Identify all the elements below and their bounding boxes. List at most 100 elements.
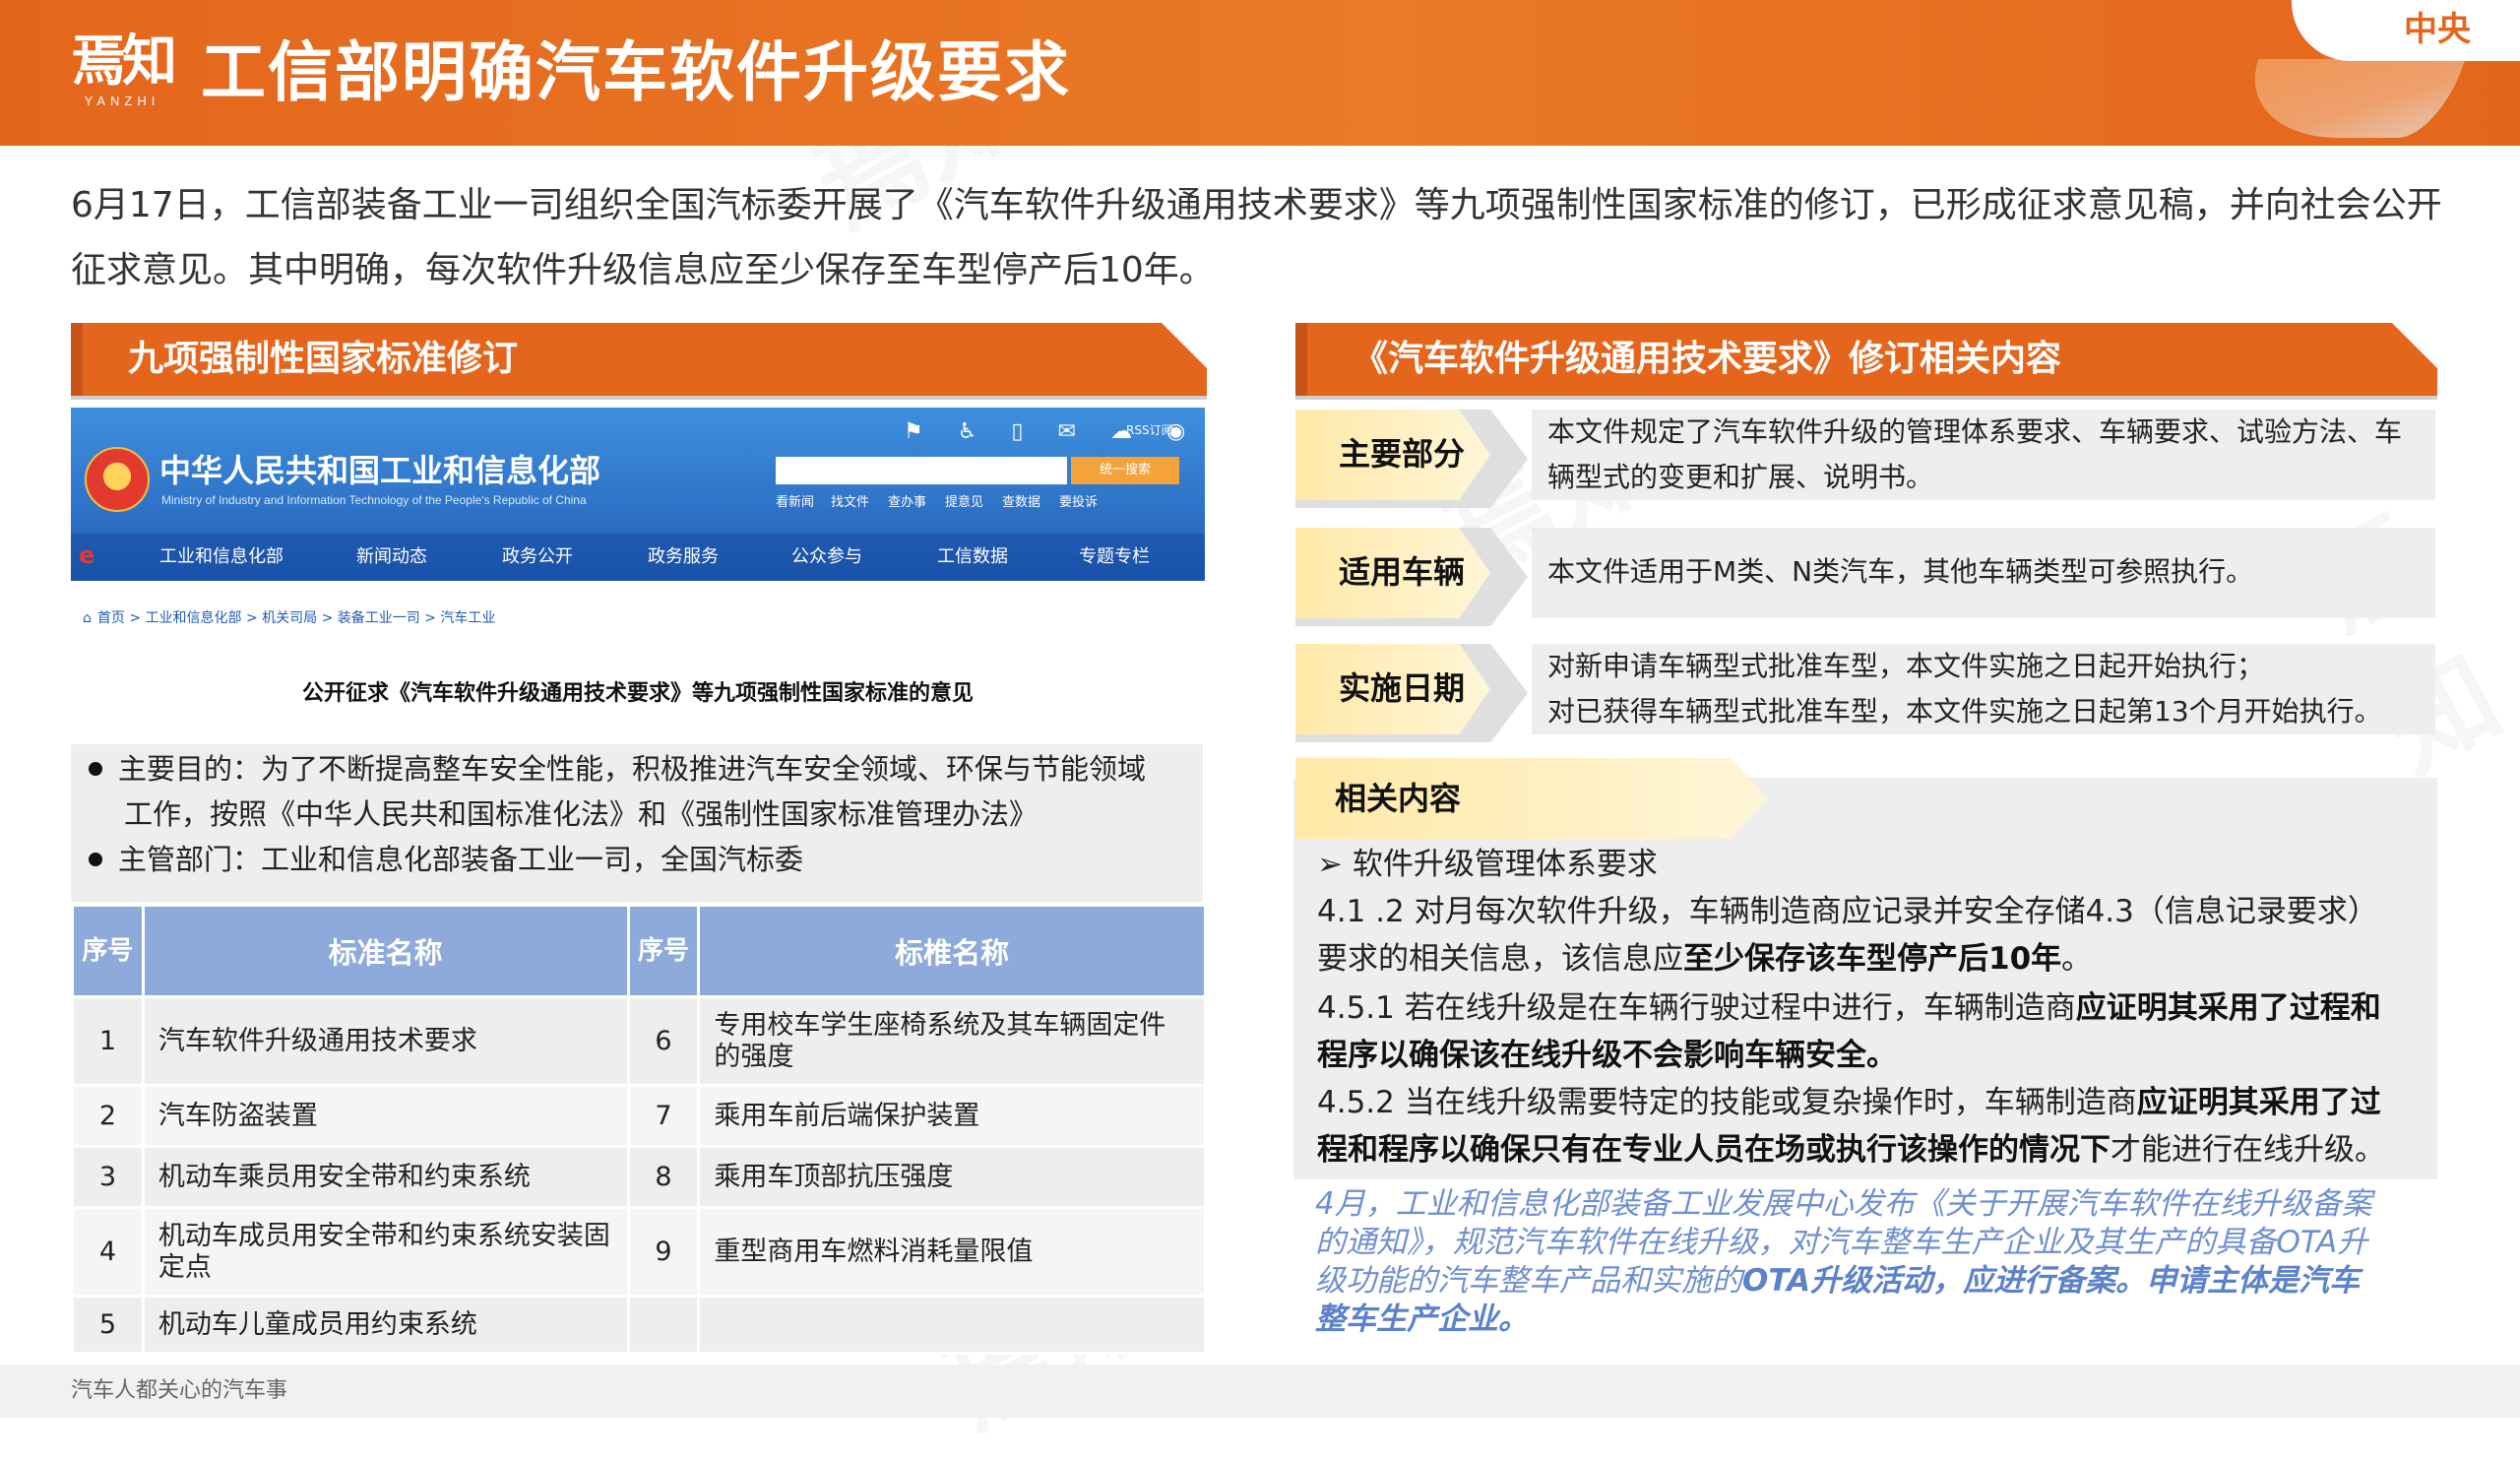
site-name: 中华人民共和国工业和信息化部: [159, 452, 601, 489]
page-title: 工信部明确汽车软件升级要求: [201, 34, 1071, 110]
purpose-bullets: 主要目的：为了不断提高整车安全性能，积极推进汽车安全领域、环保与节能领域 工作，…: [71, 744, 1203, 902]
effective-date-line: 对已获得车辆型式批准车型，本文件实施之日起第13个月开始执行。: [1547, 695, 2382, 728]
emphasis-text: 程序以确保该在线升级不会影响车辆安全。: [1317, 1038, 1897, 1073]
bullet-item: 主管部门：工业和信息化部装备工业一司，全国汽标委: [83, 837, 803, 882]
table-cell: 1: [71, 995, 145, 1087]
site-nav-bar: e 工业和信息化部 新闻动态 政务公开 政务服务 公众参与 工信数据 专题专栏: [71, 534, 1205, 581]
quick-link: 看新闻: [776, 495, 815, 510]
effective-date-line: 对新申请车辆型式批准车型，本文件实施之日起开始执行；: [1547, 650, 2265, 682]
table-cell: 机动车乘员用安全带和约束系统: [141, 1145, 630, 1209]
bullet-item: 主要目的：为了不断提高整车安全性能，积极推进汽车安全领域、环保与节能领域: [83, 746, 1146, 792]
category-tag-label: 中央: [2404, 10, 2471, 49]
related-paragraph: 4.1 .2 对月每次软件升级，车辆制造商应记录并安全存储4.3（信息记录要求）: [1317, 894, 2378, 929]
related-paragraph: 要求的相关信息，该信息应至少保存该车型停产后10年。: [1317, 941, 2093, 977]
table-row: 3 机动车乘员用安全带和约束系统 8 乘用车顶部抗压强度: [71, 1145, 1207, 1209]
label-related-content: 相关内容: [1295, 758, 1768, 839]
site-search-button: 统一搜索: [1071, 457, 1179, 484]
miit-website-screenshot: 中华人民共和国工业和信息化部 Ministry of Industry and …: [71, 408, 1205, 581]
notice-title: 公开征求《汽车软件升级通用技术要求》等九项强制性国家标准的意见: [301, 681, 974, 706]
table-cell: 乘用车前后端保护装置: [697, 1084, 1207, 1148]
tag-curl-decoration: [2230, 59, 2466, 138]
standards-table: 序号 标准名称 序号 标椎名称 1 汽车软件升级通用技术要求 6 专用校车学生座…: [71, 904, 1207, 1355]
table-cell: 机动车成员用安全带和约束系统安装固定点: [141, 1206, 630, 1298]
emphasis-text: 应证明其采用了过: [2136, 1085, 2381, 1120]
table-cell: 2: [71, 1084, 145, 1148]
emphasis-text: 应证明其采用了过程和: [2075, 990, 2381, 1026]
table-cell: 8: [626, 1145, 701, 1209]
section-header-standards: 九项强制性国家标准修订: [71, 323, 1207, 396]
table-cell: 5: [71, 1295, 145, 1355]
related-paragraph: 4.5.2 当在线升级需要特定的技能或复杂操作时，车辆制造商应证明其采用了过: [1317, 1085, 2381, 1120]
section-header-bar: [1295, 323, 1307, 396]
table-cell: 6: [626, 995, 701, 1087]
table-row: 2 汽车防盗装置 7 乘用车前后端保护装置: [71, 1084, 1207, 1148]
related-paragraph: 程和程序以确保只有在专业人员在场或执行该操作的情况下才能进行在线升级。: [1317, 1132, 2385, 1168]
bullet-continuation: 工作，按照《中华人民共和国标准化法》和《强制性国家标准管理办法》: [124, 797, 1039, 831]
site-nav-item: 政务公开: [502, 546, 573, 567]
table-cell: 乘用车顶部抗压强度: [697, 1145, 1207, 1209]
section-header-revision: 《汽车软件升级通用技术要求》修订相关内容: [1295, 323, 2437, 396]
emphasis-text: 程和程序以确保只有在专业人员在场或执行该操作的情况下: [1317, 1132, 2110, 1168]
table-cell: [697, 1295, 1207, 1355]
bullet-dot-icon: [89, 762, 102, 776]
bullet-dot-icon: [89, 853, 102, 866]
col-header-number: 序号: [71, 904, 145, 998]
intro-paragraph: 6月17日，工信部装备工业一司组织全国汽标委开展了《汽车软件升级通用技术要求》等…: [71, 185, 2442, 290]
value-main-parts: 本文件规定了汽车软件升级的管理体系要求、车辆要求、试验方法、车辆型式的变更和扩展…: [1532, 410, 2435, 500]
quick-link: 要投诉: [1059, 495, 1099, 510]
site-nav-item: 工业和信息化部: [159, 546, 284, 567]
logo-text: 焉知: [71, 29, 177, 94]
breadcrumb: ⌂ 首页 > 工业和信息化部 > 机关司局 > 装备工业一司 > 汽车工业: [83, 608, 495, 628]
breadcrumb-text: 首页 > 工业和信息化部 > 机关司局 > 装备工业一司 > 汽车工业: [96, 610, 496, 626]
ota-filing-note: 4月，工业和信息化部装备工业发展中心发布《关于开展汽车软件在线升级备案 的通知》…: [1315, 1186, 2372, 1337]
value-effective-date: 对新申请车辆型式批准车型，本文件实施之日起开始执行； 对已获得车辆型式批准车型，…: [1532, 644, 2435, 734]
label-applicable-vehicles: 适用车辆: [1295, 528, 1490, 618]
value-applicable-vehicles: 本文件适用于M类、N类汽车，其他车辆类型可参照执行。: [1532, 528, 2435, 618]
related-paragraph: 程序以确保该在线升级不会影响车辆安全。: [1317, 1032, 2424, 1079]
footer: 汽车人都关心的汽车事: [0, 1364, 2520, 1418]
table-cell: 专用校车学生座椅系统及其车辆固定件的强度: [697, 995, 1207, 1087]
table-header-row: 序号 标准名称 序号 标椎名称: [71, 904, 1207, 998]
table-row: 4 机动车成员用安全带和约束系统安装固定点 9 重型商用车燃料消耗量限值: [71, 1206, 1207, 1298]
home-icon: ⌂: [83, 610, 92, 626]
section-title: 九项强制性国家标准修订: [128, 339, 519, 379]
quick-link: 找文件: [831, 495, 870, 510]
emphasis-text: 至少保存该车型停产后10年: [1683, 941, 2062, 977]
site-nav-item: 专题专栏: [1079, 546, 1150, 567]
site-nav-item: 新闻动态: [356, 546, 427, 567]
quick-link: 查数据: [1002, 495, 1041, 510]
related-paragraph: 4.5.1 若在线升级是在车辆行驶过程中进行，车辆制造商应证明其采用了过程和: [1317, 990, 2381, 1026]
section-header-bar: [71, 323, 83, 396]
site-nav-item: 工信数据: [937, 546, 1008, 567]
table-cell: 4: [71, 1206, 145, 1298]
logo-subtext: YANZHI: [84, 94, 160, 108]
table-cell: 汽车防盗装置: [141, 1084, 630, 1148]
col-header-name: 标椎名称: [697, 904, 1207, 998]
emphasis-text: OTA升级活动，应进行备案。申请主体是汽车: [1742, 1263, 2361, 1299]
national-emblem-icon: [85, 447, 150, 512]
site-nav-item: 政务服务: [648, 546, 719, 567]
site-name-en: Ministry of Industry and Information Tec…: [161, 493, 587, 507]
related-heading: ➢ 软件升级管理体系要求: [1317, 847, 1658, 882]
rss-link: RSS订阅: [1126, 423, 1173, 437]
category-tag: 中央: [2230, 0, 2520, 146]
col-header-number: 序号: [626, 904, 701, 998]
table-row: 1 汽车软件升级通用技术要求 6 专用校车学生座椅系统及其车辆固定件的强度: [71, 995, 1207, 1087]
site-nav-item: 公众参与: [791, 546, 862, 567]
table-cell: 7: [626, 1084, 701, 1148]
table-cell: 重型商用车燃料消耗量限值: [697, 1206, 1207, 1298]
site-e-icon: e: [79, 541, 95, 569]
brand-logo: 焉知 YANZHI: [71, 28, 177, 122]
quick-link: 提意见: [945, 495, 984, 510]
label-main-parts: 主要部分: [1295, 410, 1490, 500]
col-header-name: 标准名称: [141, 904, 630, 998]
site-search-input: [776, 457, 1067, 484]
table-cell: 汽车软件升级通用技术要求: [141, 995, 630, 1087]
quick-link: 查办事: [888, 495, 927, 510]
table-cell: 3: [71, 1145, 145, 1209]
section-title: 《汽车软件升级通用技术要求》修订相关内容: [1353, 339, 2062, 379]
table-cell: 9: [626, 1206, 701, 1298]
emphasis-text: 整车生产企业。: [1315, 1301, 1529, 1337]
table-cell: 机动车儿童成员用约束系统: [141, 1295, 630, 1355]
table-row: 5 机动车儿童成员用约束系统: [71, 1295, 1207, 1355]
